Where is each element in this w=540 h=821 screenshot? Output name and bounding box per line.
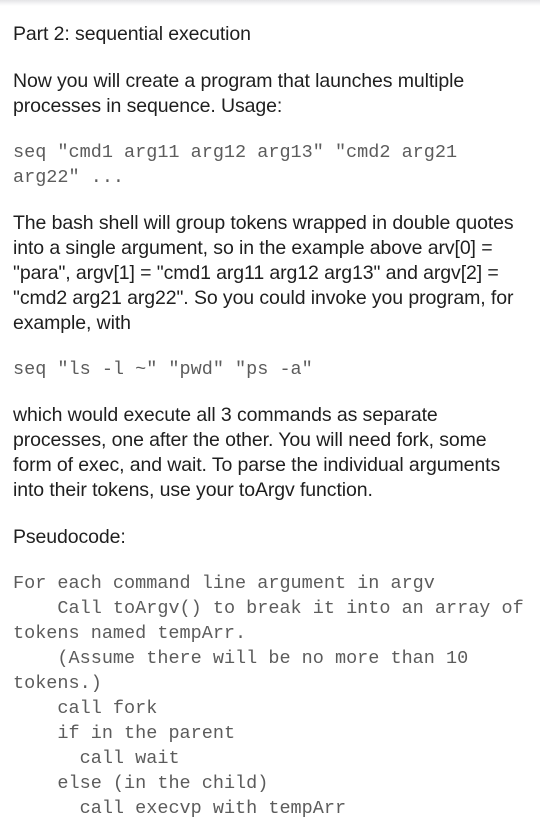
description-paragraph: which would execute all 3 commands as se…	[13, 404, 506, 501]
pseudocode-block: For each command line argument in argv C…	[13, 573, 524, 819]
section-heading: Part 2: sequential execution	[13, 23, 251, 45]
intro-paragraph: Now you will create a program that launc…	[13, 70, 470, 117]
document-body: Part 2: sequential execution Now you wil…	[0, 0, 540, 821]
pseudocode-label: Pseudocode:	[13, 526, 126, 548]
top-spacer	[13, 0, 530, 22]
explanation-paragraph: The bash shell will group tokens wrapped…	[13, 212, 519, 334]
usage-code-block: seq "cmd1 arg11 arg12 arg13" "cmd2 arg21…	[13, 142, 469, 188]
example-code-block: seq "ls -l ~" "pwd" "ps -a"	[13, 359, 313, 380]
